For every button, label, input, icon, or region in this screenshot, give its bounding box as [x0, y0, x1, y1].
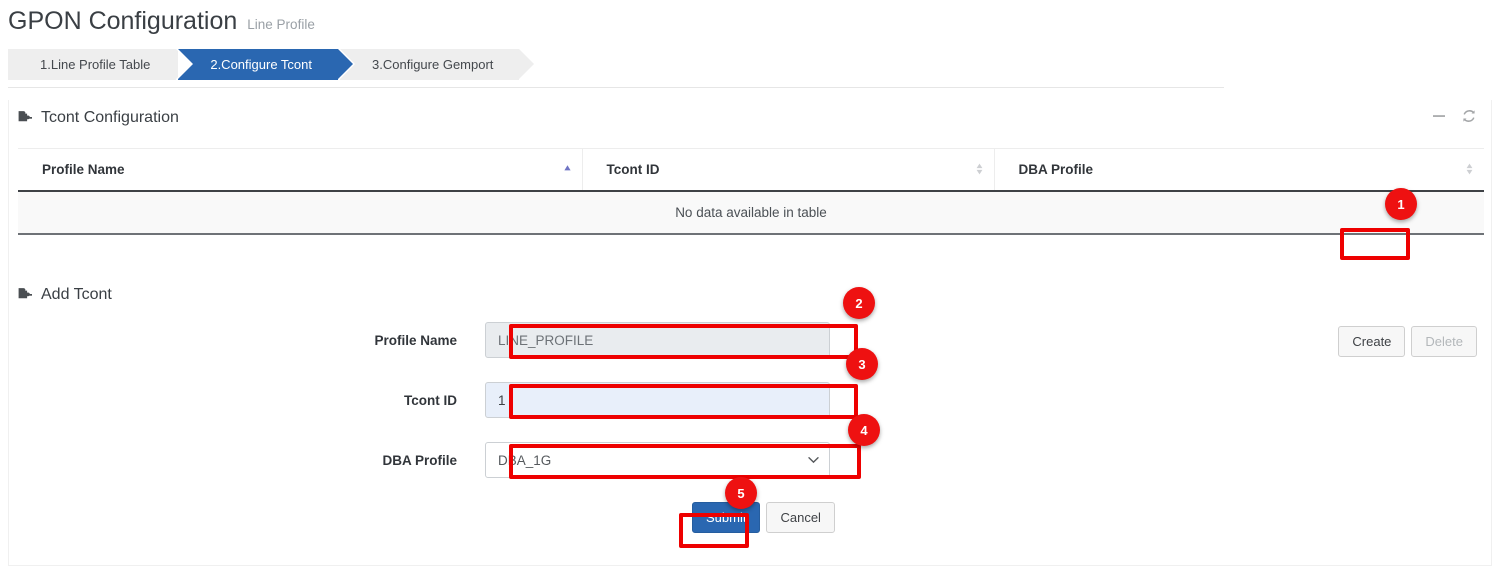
- table-empty-row: No data available in table: [18, 191, 1484, 234]
- form-row-profile-name: Profile Name: [9, 322, 1493, 358]
- column-label: DBA Profile: [1019, 162, 1094, 177]
- profile-name-field[interactable]: [485, 322, 830, 358]
- column-label: Tcont ID: [607, 162, 660, 177]
- table-header-row: Profile Name Tcont ID: [18, 149, 1484, 191]
- step-line-profile-table[interactable]: 1.Line Profile Table: [8, 49, 176, 80]
- table-body: No data available in table: [18, 191, 1484, 234]
- tcont-id-label: Tcont ID: [9, 393, 485, 408]
- step-configure-tcont[interactable]: 2.Configure Tcont: [178, 49, 338, 80]
- annotation-badge-5: 5: [725, 477, 757, 509]
- tcont-id-field[interactable]: [485, 382, 830, 418]
- step-label: 3.Configure Gemport: [372, 57, 493, 72]
- panel-title: Tcont Configuration: [41, 109, 179, 127]
- page-subtitle: Line Profile: [247, 17, 315, 32]
- column-header-profile-name[interactable]: Profile Name: [18, 149, 582, 191]
- column-header-tcont-id[interactable]: Tcont ID: [582, 149, 994, 191]
- form-action-bar: Submit Cancel: [9, 502, 1493, 533]
- annotation-badge-3: 3: [846, 348, 878, 380]
- table-empty-message: No data available in table: [18, 191, 1484, 234]
- refresh-icon[interactable]: [1461, 108, 1477, 124]
- cancel-button[interactable]: Cancel: [766, 502, 834, 533]
- form-row-dba-profile: DBA Profile DBA_1G: [9, 442, 1493, 478]
- step-configure-gemport[interactable]: 3.Configure Gemport: [340, 49, 519, 80]
- minimize-icon[interactable]: [1431, 108, 1447, 124]
- tcont-table-wrap: Profile Name Tcont ID: [18, 148, 1484, 235]
- steps-divider: [8, 87, 1224, 88]
- dba-profile-select[interactable]: DBA_1G: [485, 442, 830, 478]
- panel-header: Tcont Configuration: [9, 100, 1491, 136]
- puzzle-piece-icon: [17, 287, 33, 303]
- annotation-badge-2: 2: [843, 287, 875, 319]
- step-breadcrumb: 1.Line Profile Table 2.Configure Tcont 3…: [8, 49, 521, 80]
- annotation-badge-4: 4: [848, 414, 880, 446]
- add-tcont-title: Add Tcont: [41, 286, 112, 304]
- dba-profile-label: DBA Profile: [9, 453, 485, 468]
- sort-ascending-icon: [563, 162, 572, 176]
- table-head: Profile Name Tcont ID: [18, 149, 1484, 191]
- column-label: Profile Name: [42, 162, 125, 177]
- puzzle-piece-icon: [17, 110, 33, 126]
- step-label: 1.Line Profile Table: [40, 57, 150, 72]
- tcont-table: Profile Name Tcont ID: [18, 148, 1484, 235]
- add-tcont-header: Add Tcont: [17, 286, 112, 304]
- step-label: 2.Configure Tcont: [210, 57, 312, 72]
- page-root: ForoISP GPON Configuration Line Profile …: [0, 0, 1500, 574]
- column-header-dba-profile[interactable]: DBA Profile: [994, 149, 1484, 191]
- page-title: GPON Configuration: [8, 8, 237, 36]
- page-header: GPON Configuration Line Profile: [8, 8, 315, 36]
- submit-button[interactable]: Submit: [692, 502, 760, 533]
- annotation-badge-1: 1: [1385, 188, 1417, 220]
- profile-name-label: Profile Name: [9, 333, 485, 348]
- form-row-tcont-id: Tcont ID: [9, 382, 1493, 418]
- sort-none-icon: [1465, 162, 1474, 176]
- sort-none-icon: [975, 162, 984, 176]
- dba-profile-select-wrap: DBA_1G: [485, 442, 830, 478]
- panel-tools: [1431, 108, 1477, 124]
